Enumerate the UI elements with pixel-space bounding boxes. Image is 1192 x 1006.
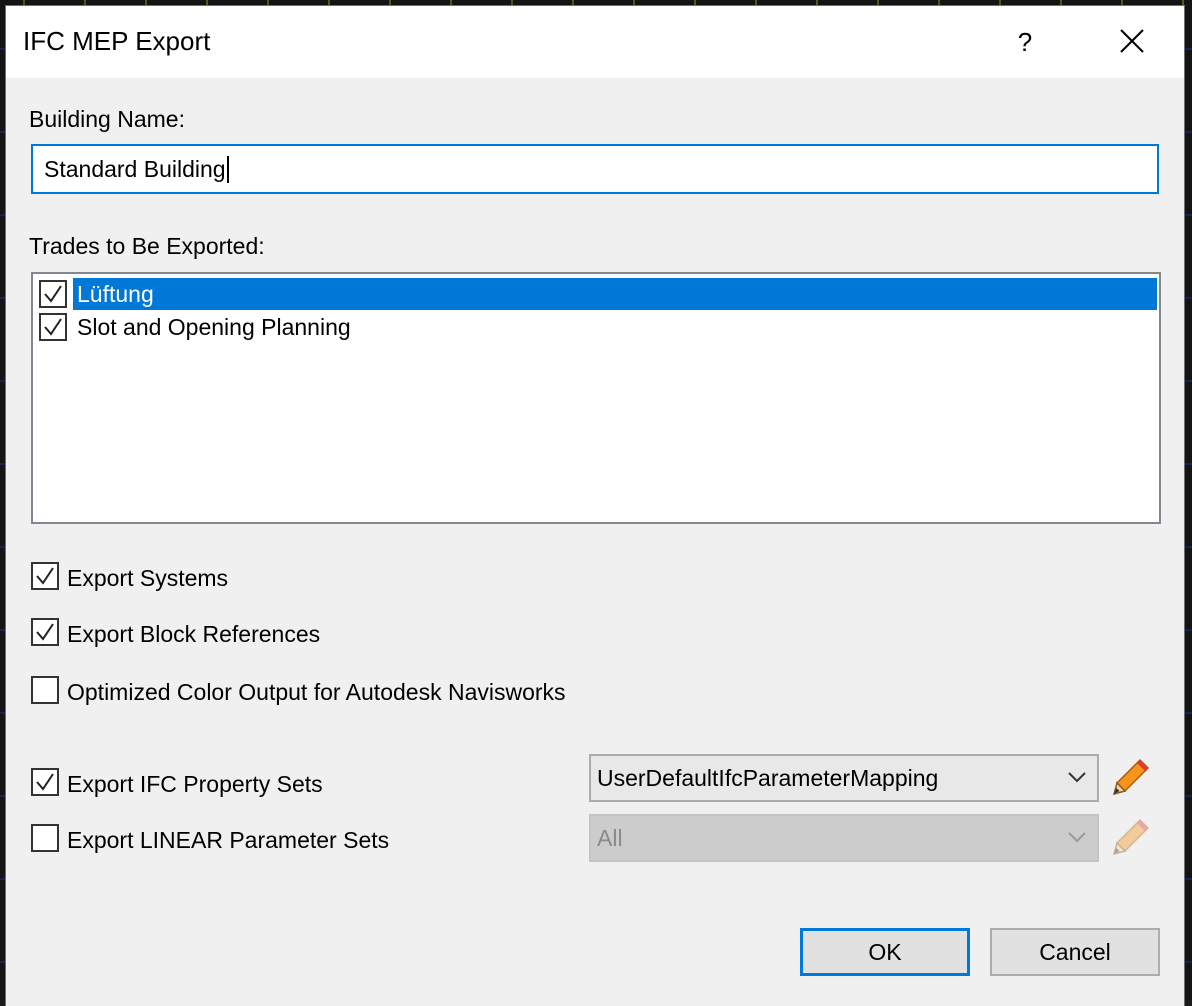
checkmark-icon — [44, 318, 62, 336]
export-linear-parameter-sets-label: Export LINEAR Parameter Sets — [67, 827, 390, 853]
trades-label: Trades to Be Exported: — [29, 233, 265, 259]
chevron-down-icon — [1068, 832, 1086, 843]
building-name-input[interactable]: Standard Building — [31, 144, 1159, 194]
linear-sets-value: All — [597, 825, 623, 851]
cancel-button[interactable]: Cancel — [990, 928, 1160, 976]
export-systems-checkbox[interactable] — [31, 562, 59, 590]
help-button[interactable]: ? — [996, 6, 1054, 78]
checkmark-icon — [36, 773, 54, 791]
export-ifc-property-sets-label: Export IFC Property Sets — [67, 771, 323, 797]
list-item-trade-lueftung[interactable]: Lüftung — [39, 278, 1157, 310]
export-systems-label: Export Systems — [67, 565, 229, 591]
ifc-mapping-dropdown[interactable]: UserDefaultIfcParameterMapping — [589, 754, 1099, 802]
chevron-down-icon — [1068, 772, 1086, 783]
export-linear-parameter-sets-checkbox[interactable] — [31, 824, 59, 852]
building-name-value: Standard Building — [44, 156, 229, 183]
trade-label: Slot and Opening Planning — [77, 314, 351, 340]
building-name-label: Building Name: — [29, 106, 185, 132]
checkmark-icon — [44, 285, 62, 303]
pencil-icon — [1112, 818, 1150, 856]
ifc-mapping-value: UserDefaultIfcParameterMapping — [597, 765, 939, 791]
export-block-references-checkbox[interactable] — [31, 618, 59, 646]
ok-button[interactable]: OK — [800, 928, 970, 976]
trade-lueftung-checkbox[interactable] — [39, 280, 67, 308]
export-block-references-label: Export Block References — [67, 621, 321, 647]
checkmark-icon — [36, 567, 54, 585]
trade-slot-opening-checkbox[interactable] — [39, 313, 67, 341]
trades-list[interactable]: Lüftung Slot and Opening Planning — [31, 272, 1161, 524]
linear-sets-dropdown[interactable]: All — [589, 814, 1099, 862]
close-button[interactable] — [1102, 6, 1162, 78]
close-icon — [1120, 29, 1144, 53]
optimized-color-label: Optimized Color Output for Autodesk Navi… — [67, 679, 566, 705]
checkmark-icon — [36, 623, 54, 641]
optimized-color-checkbox[interactable] — [31, 676, 59, 704]
ifc-mep-export-dialog: IFC MEP Export ? Building Name: Standard… — [6, 6, 1184, 1006]
title-bar: IFC MEP Export ? — [6, 6, 1184, 78]
list-item-trade-slot-opening[interactable]: Slot and Opening Planning — [39, 311, 1157, 343]
pencil-icon[interactable] — [1110, 756, 1152, 798]
window-title: IFC MEP Export — [23, 26, 211, 56]
export-ifc-property-sets-checkbox[interactable] — [31, 768, 59, 796]
trade-label: Lüftung — [73, 278, 1157, 310]
